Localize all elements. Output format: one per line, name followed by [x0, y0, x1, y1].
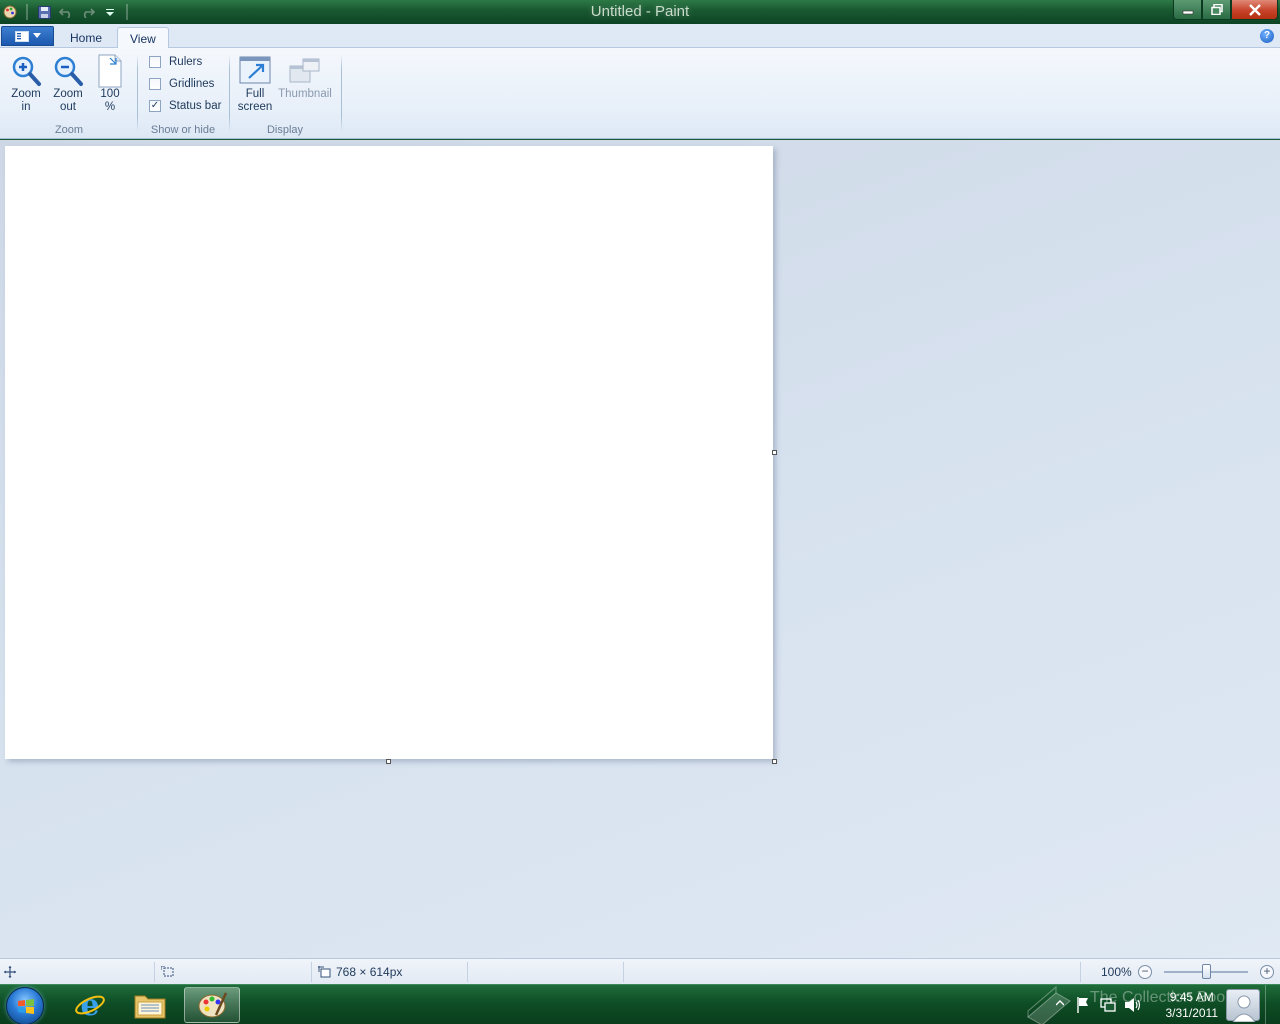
page-100-icon [93, 54, 127, 88]
clock-date: 3/31/2011 [1165, 1006, 1219, 1020]
show-hide-group-label: Show or hide [150, 124, 216, 136]
zoom-out-button[interactable]: Zoom out [48, 54, 88, 114]
status-bar-label: Status bar [169, 100, 222, 112]
close-button[interactable] [1231, 0, 1278, 20]
window-title: Untitled - Paint [590, 3, 690, 20]
full-screen-label-1: Full [245, 88, 265, 100]
window-controls [1173, 0, 1278, 20]
taskbar: e The Collection Book 9:45 AM 3/31/2011 [0, 984, 1280, 1024]
book-watermark-icon [1027, 985, 1071, 1024]
zoom-100-label-1: 100 [100, 88, 120, 100]
volume-icon[interactable] [1124, 997, 1142, 1013]
paint-menu-icon [14, 30, 29, 42]
zoom-out-status-button[interactable]: − [1138, 965, 1152, 979]
status-divider [623, 962, 624, 982]
zoom-out-label-1: Zoom [53, 88, 83, 100]
zoom-in-icon [9, 54, 43, 88]
gridlines-checkbox[interactable]: Gridlines [149, 78, 214, 90]
zoom-level-text: 100% [1101, 965, 1132, 979]
user-avatar[interactable] [1226, 989, 1260, 1023]
status-divider [311, 962, 312, 982]
zoom-out-label-2: out [60, 101, 76, 113]
ribbon-view-panel: Zoom in Zoom out 100% Zoom Rulers Gridline… [0, 48, 1280, 139]
tab-view[interactable]: View [117, 27, 169, 49]
full-screen-icon [238, 54, 272, 88]
group-separator [341, 54, 342, 132]
start-button[interactable] [6, 987, 44, 1024]
thumbnail-icon [288, 54, 322, 88]
zoom-in-status-button[interactable]: + [1260, 965, 1274, 979]
ribbon-tab-row: Home View ? [0, 24, 1280, 49]
zoom-group-label: Zoom [54, 124, 84, 136]
internet-explorer-icon: e [75, 989, 105, 1021]
full-screen-button[interactable]: Full screen [235, 54, 275, 114]
close-icon [1248, 3, 1261, 16]
rulers-checkbox-box[interactable] [149, 56, 161, 68]
rulers-checkbox[interactable]: Rulers [149, 56, 202, 68]
minimize-icon [1182, 10, 1193, 14]
status-divider [154, 962, 155, 982]
clock-time: 9:45 AM [1169, 990, 1214, 1004]
canvas-size-icon [318, 966, 331, 978]
chevron-down-icon [32, 33, 41, 38]
tab-home[interactable]: Home [58, 27, 114, 49]
restore-button[interactable] [1202, 0, 1231, 20]
system-clock[interactable]: 9:45 AM 3/31/2011 [1166, 989, 1219, 1021]
user-silhouette-icon [1232, 995, 1256, 1023]
show-hide-group: Rulers Gridlines ✓ Status bar Show or hi… [137, 52, 229, 138]
canvas-size-readout: 768 × 614px [318, 959, 402, 985]
thumbnail-button[interactable]: Thumbnail [277, 54, 333, 101]
help-icon[interactable]: ? [1260, 29, 1274, 43]
title-bar[interactable]: Untitled - Paint [0, 0, 1280, 24]
show-desktop-button[interactable] [1265, 985, 1280, 1024]
gridlines-checkbox-box[interactable] [149, 78, 161, 90]
action-center-flag-icon[interactable] [1076, 997, 1090, 1013]
status-bar-checkbox[interactable]: ✓ Status bar [149, 100, 221, 112]
canvas-size-text: 768 × 614px [336, 965, 403, 979]
folder-icon [134, 995, 166, 1019]
full-screen-label-2: screen [237, 101, 273, 113]
canvas-workspace [0, 140, 1280, 958]
thumbnail-label: Thumbnail [278, 88, 332, 100]
display-group-label: Display [266, 124, 304, 136]
zoom-in-label-1: Zoom [11, 88, 41, 100]
status-divider [1080, 962, 1081, 982]
gridlines-label: Gridlines [169, 78, 215, 90]
rulers-label: Rulers [169, 56, 203, 68]
display-group: Full screen Thumbnail Display [229, 52, 341, 138]
paint-palette-icon [198, 992, 228, 1018]
paint-menu-button[interactable] [1, 26, 54, 46]
svg-text:e: e [80, 989, 99, 1021]
cursor-position-icon [4, 959, 16, 985]
status-divider [467, 962, 468, 982]
taskbar-paint[interactable] [184, 987, 240, 1023]
zoom-in-label-2: in [21, 101, 31, 113]
resize-handle-corner[interactable] [772, 759, 777, 764]
selection-size-icon [161, 959, 174, 985]
network-icon[interactable] [1100, 997, 1116, 1013]
resize-handle-bottom[interactable] [386, 759, 391, 764]
zoom-slider-thumb[interactable] [1202, 964, 1211, 979]
resize-handle-right[interactable] [772, 450, 777, 455]
zoom-in-button[interactable]: Zoom in [6, 54, 46, 114]
zoom-out-icon [51, 54, 85, 88]
restore-icon [1210, 4, 1223, 15]
taskbar-internet-explorer[interactable]: e [62, 987, 118, 1023]
windows-logo-icon [18, 999, 34, 1014]
status-bar-checkbox-box[interactable]: ✓ [149, 100, 161, 112]
minimize-button[interactable] [1173, 0, 1202, 20]
zoom-group: Zoom in Zoom out 100% Zoom [2, 52, 136, 138]
system-tray: The Collection Book 9:45 AM 3/31/2011 [1020, 985, 1280, 1024]
taskbar-file-explorer[interactable] [122, 987, 178, 1023]
zoom-100-label-2: % [104, 101, 116, 113]
status-bar: 768 × 614px 100% − + [0, 958, 1280, 984]
drawing-canvas[interactable] [5, 146, 773, 759]
show-hidden-icons-icon[interactable] [1056, 999, 1064, 1007]
zoom-100-button[interactable]: 100% [90, 54, 130, 114]
